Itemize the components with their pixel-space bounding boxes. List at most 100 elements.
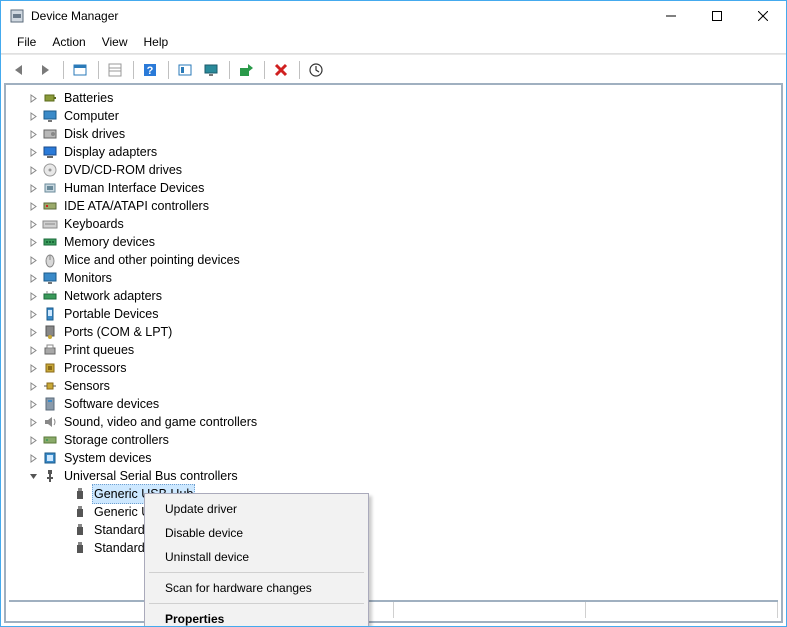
action-center-icon[interactable] <box>173 58 197 82</box>
scan-hardware-icon[interactable] <box>304 58 328 82</box>
cpu-icon <box>42 360 58 376</box>
tree-category[interactable]: Ports (COM & LPT) <box>14 323 781 341</box>
show-hidden-icon[interactable] <box>68 58 92 82</box>
display-icon <box>42 144 58 160</box>
context-menu-separator <box>149 572 364 573</box>
monitor-icon <box>42 270 58 286</box>
tree-category-label: System devices <box>62 449 154 467</box>
chevron-right-icon[interactable] <box>26 379 40 393</box>
tree-category[interactable]: Computer <box>14 107 781 125</box>
monitor-icon[interactable] <box>199 58 223 82</box>
tree-category-label: Storage controllers <box>62 431 171 449</box>
minimize-button[interactable] <box>648 1 694 31</box>
chevron-right-icon[interactable] <box>26 415 40 429</box>
menu-file[interactable]: File <box>9 33 44 51</box>
close-button[interactable] <box>740 1 786 31</box>
printer-icon <box>42 342 58 358</box>
tree-category[interactable]: Software devices <box>14 395 781 413</box>
context-menu-item[interactable]: Uninstall device <box>147 545 366 569</box>
tree-category[interactable]: Network adapters <box>14 287 781 305</box>
tree-category[interactable]: Sound, video and game controllers <box>14 413 781 431</box>
chevron-right-icon[interactable] <box>26 325 40 339</box>
chevron-right-icon[interactable] <box>26 397 40 411</box>
tree-category[interactable]: IDE ATA/ATAPI controllers <box>14 197 781 215</box>
help-icon[interactable]: ? <box>138 58 162 82</box>
tree-category[interactable]: Sensors <box>14 377 781 395</box>
menu-view[interactable]: View <box>94 33 136 51</box>
title-bar: Device Manager <box>1 1 786 31</box>
tree-category-label: IDE ATA/ATAPI controllers <box>62 197 211 215</box>
tree-category-expanded[interactable]: Universal Serial Bus controllers <box>14 467 781 485</box>
tree-category[interactable]: Mice and other pointing devices <box>14 251 781 269</box>
portable-icon <box>42 306 58 322</box>
tree-category-label: Universal Serial Bus controllers <box>62 467 240 485</box>
context-menu: Update driverDisable deviceUninstall dev… <box>144 493 369 627</box>
chevron-right-icon[interactable] <box>26 163 40 177</box>
chevron-right-icon[interactable] <box>26 361 40 375</box>
tree-device-label: Standard <box>92 539 147 557</box>
menu-bar: File Action View Help <box>1 31 786 53</box>
device-tree[interactable]: BatteriesComputerDisk drivesDisplay adap… <box>6 85 781 621</box>
chevron-right-icon[interactable] <box>26 253 40 267</box>
chevron-right-icon[interactable] <box>26 145 40 159</box>
keyboard-icon <box>42 216 58 232</box>
tree-category[interactable]: Keyboards <box>14 215 781 233</box>
chevron-right-icon[interactable] <box>26 91 40 105</box>
chevron-right-icon[interactable] <box>26 451 40 465</box>
context-menu-item[interactable]: Properties <box>147 607 366 627</box>
sound-icon <box>42 414 58 430</box>
maximize-button[interactable] <box>694 1 740 31</box>
menu-action[interactable]: Action <box>44 33 93 51</box>
chevron-right-icon[interactable] <box>26 109 40 123</box>
chevron-down-icon[interactable] <box>26 469 40 483</box>
tree-device-item[interactable]: Generic U <box>14 503 781 521</box>
context-menu-item[interactable]: Scan for hardware changes <box>147 576 366 600</box>
chevron-right-icon[interactable] <box>26 433 40 447</box>
menu-help[interactable]: Help <box>136 33 177 51</box>
tree-device-item[interactable]: Standard <box>14 539 781 557</box>
chevron-right-icon[interactable] <box>26 127 40 141</box>
tree-category[interactable]: Monitors <box>14 269 781 287</box>
tree-category[interactable]: Portable Devices <box>14 305 781 323</box>
tree-indent <box>56 523 70 537</box>
sensor-icon <box>42 378 58 394</box>
tree-category[interactable]: Disk drives <box>14 125 781 143</box>
chevron-right-icon[interactable] <box>26 343 40 357</box>
tree-category[interactable]: Human Interface Devices <box>14 179 781 197</box>
tree-category[interactable]: Processors <box>14 359 781 377</box>
tree-category-label: Disk drives <box>62 125 127 143</box>
tree-device-item[interactable]: Generic USB Hub <box>14 485 781 503</box>
tree-device-item[interactable]: Standard <box>14 521 781 539</box>
chevron-right-icon[interactable] <box>26 271 40 285</box>
tree-category[interactable]: Memory devices <box>14 233 781 251</box>
tree-category-label: Batteries <box>62 89 115 107</box>
battery-icon <box>42 90 58 106</box>
nav-back-icon[interactable] <box>7 58 31 82</box>
context-menu-item[interactable]: Disable device <box>147 521 366 545</box>
nav-forward-icon[interactable] <box>33 58 57 82</box>
chevron-right-icon[interactable] <box>26 181 40 195</box>
storage-icon <box>42 432 58 448</box>
update-driver-icon[interactable] <box>234 58 258 82</box>
uninstall-icon[interactable] <box>269 58 293 82</box>
chevron-right-icon[interactable] <box>26 289 40 303</box>
properties-panel-icon[interactable] <box>103 58 127 82</box>
tree-category[interactable]: Display adapters <box>14 143 781 161</box>
tree-category[interactable]: DVD/CD-ROM drives <box>14 161 781 179</box>
hid-icon <box>42 180 58 196</box>
chevron-right-icon[interactable] <box>26 235 40 249</box>
port-icon <box>42 324 58 340</box>
chevron-right-icon[interactable] <box>26 217 40 231</box>
tree-category[interactable]: Storage controllers <box>14 431 781 449</box>
tree-category[interactable]: System devices <box>14 449 781 467</box>
toolbar: ? <box>1 54 786 84</box>
tree-category[interactable]: Batteries <box>14 89 781 107</box>
usb-device-icon <box>72 522 88 538</box>
chevron-right-icon[interactable] <box>26 307 40 321</box>
usb-icon <box>42 468 58 484</box>
chevron-right-icon[interactable] <box>26 199 40 213</box>
tree-indent <box>56 541 70 555</box>
context-menu-separator <box>149 603 364 604</box>
tree-category[interactable]: Print queues <box>14 341 781 359</box>
context-menu-item[interactable]: Update driver <box>147 497 366 521</box>
